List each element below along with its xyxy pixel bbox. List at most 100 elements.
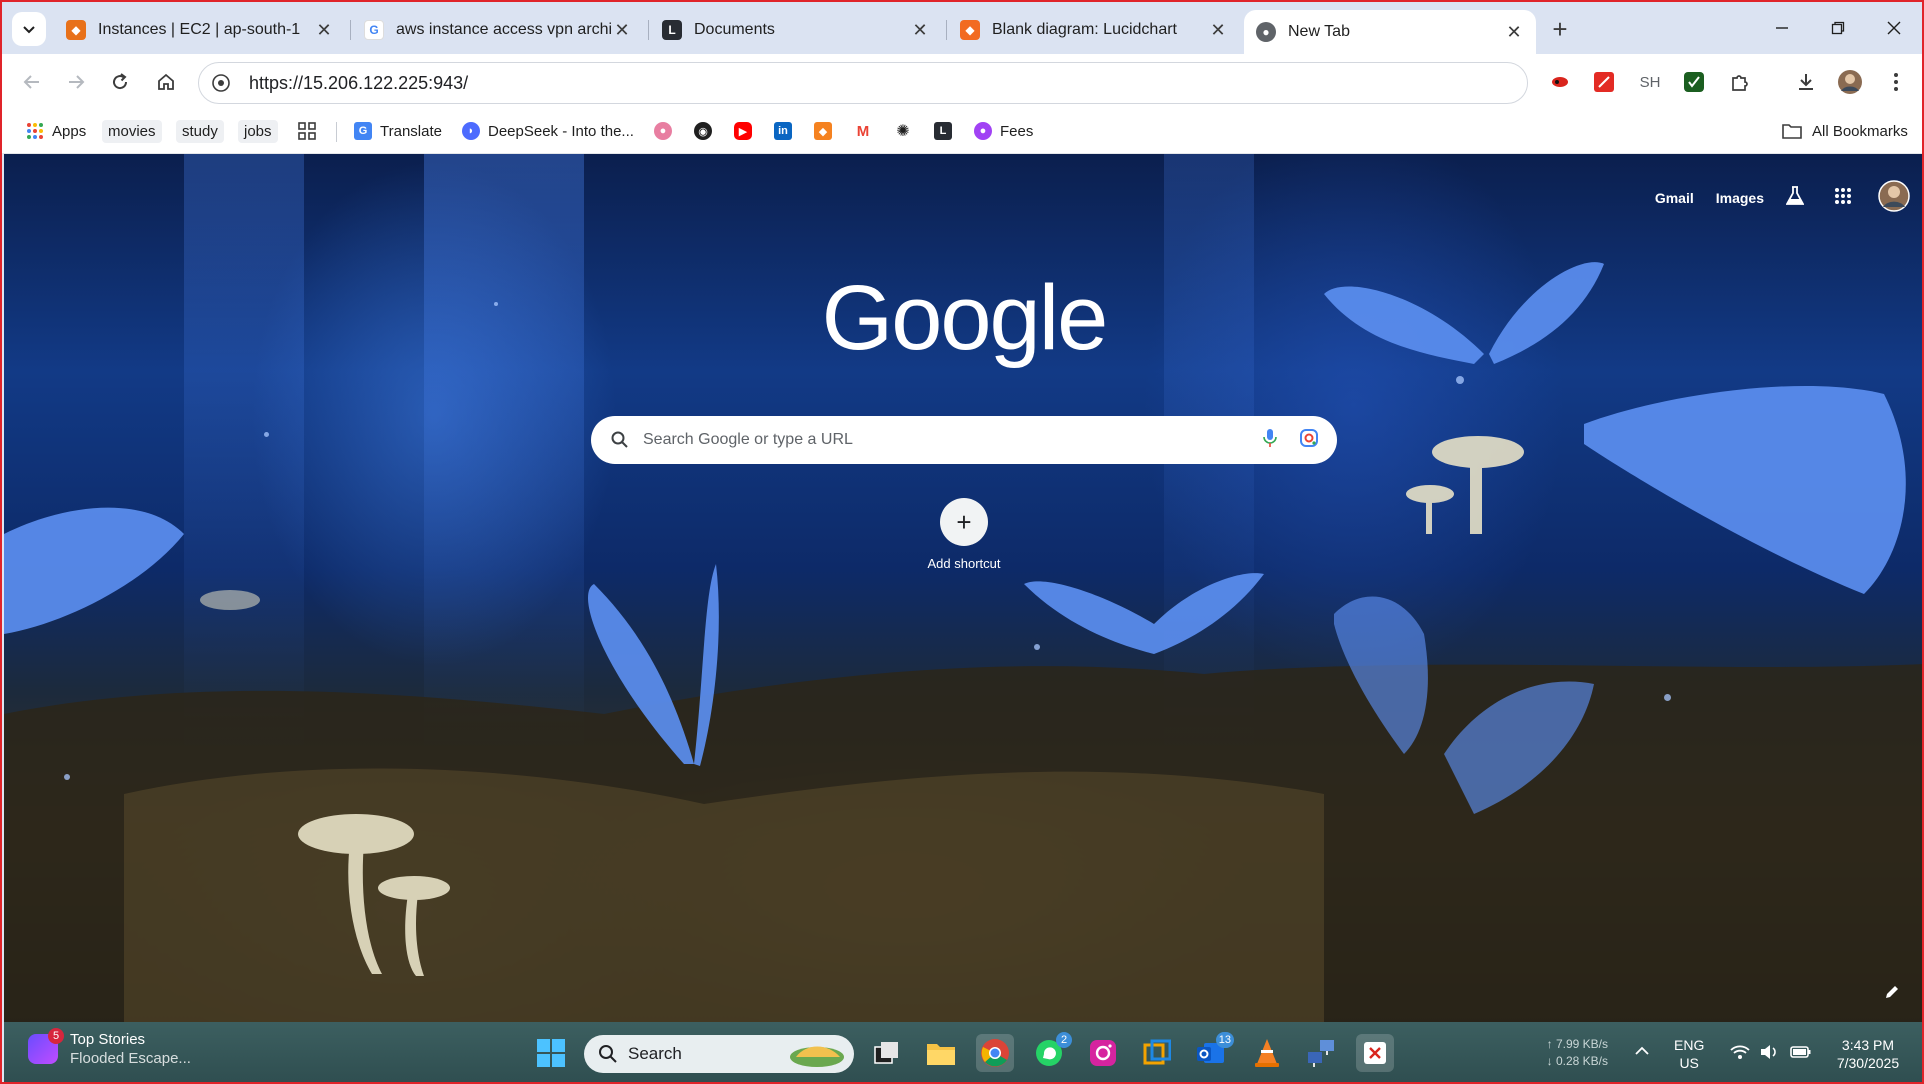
language-indicator[interactable]: ENG US <box>1674 1036 1704 1072</box>
task-view-icon[interactable] <box>868 1034 906 1072</box>
extensions-puzzle-icon[interactable] <box>1726 68 1754 96</box>
gmail-icon[interactable]: M <box>854 118 872 144</box>
instagram-icon[interactable] <box>1084 1034 1122 1072</box>
extension-green-icon[interactable] <box>1680 68 1708 96</box>
home-button[interactable] <box>150 66 182 98</box>
lucid-icon[interactable]: L <box>934 118 952 144</box>
search-icon <box>599 1045 617 1063</box>
extension-pdf-icon[interactable] <box>1590 68 1618 96</box>
tab-documents[interactable]: L Documents ✕ <box>650 10 942 50</box>
bookmark-deepseek[interactable]: ◗ DeepSeek - Into the... <box>462 118 634 144</box>
tab-divider <box>350 20 351 40</box>
tab-ec2-instances[interactable]: ◆ Instances | EC2 | ap-south-1 ✕ <box>54 10 346 50</box>
news-title: Top Stories <box>70 1031 146 1048</box>
account-avatar[interactable] <box>1878 179 1910 217</box>
app-orange-icon[interactable] <box>1138 1034 1176 1072</box>
reload-button[interactable] <box>104 66 136 98</box>
file-explorer-icon[interactable] <box>922 1034 960 1072</box>
restore-button[interactable] <box>1810 10 1866 46</box>
tab-google-search[interactable]: G aws instance access vpn archite ✕ <box>352 10 644 50</box>
whatsapp-icon[interactable]: 2 <box>1030 1032 1072 1072</box>
lens-search-icon[interactable] <box>1299 428 1319 453</box>
extension-sh[interactable]: SH <box>1636 68 1664 96</box>
clock[interactable]: 3:43 PM 7/30/2025 <box>1826 1036 1910 1072</box>
chatgpt-icon[interactable]: ✺ <box>894 118 912 144</box>
customize-pencil-icon[interactable] <box>1878 978 1906 1006</box>
battery-icon[interactable] <box>1790 1044 1812 1064</box>
language-code: ENG <box>1674 1037 1705 1053</box>
close-icon[interactable]: ✕ <box>314 20 334 41</box>
network-speed: ↑ 7.99 KB/s ↓ 0.28 KB/s <box>1528 1036 1608 1070</box>
add-shortcut-tile[interactable]: + Add shortcut <box>922 498 1006 571</box>
volume-icon[interactable] <box>1760 1044 1780 1064</box>
google-apps-icon[interactable] <box>1834 187 1852 210</box>
labs-flask-icon[interactable] <box>1785 185 1805 211</box>
bookmark-label: Apps <box>52 122 87 140</box>
bookmark-pink-icon[interactable]: ● <box>654 118 672 144</box>
tab-new-tab[interactable]: ● New Tab ✕ <box>1244 10 1536 54</box>
translate-icon: G <box>354 122 372 140</box>
tab-search-button[interactable] <box>12 12 46 46</box>
bookmark-label: jobs <box>238 119 278 143</box>
all-bookmarks-button[interactable]: All Bookmarks <box>1782 118 1908 144</box>
close-icon[interactable]: ✕ <box>1504 22 1524 43</box>
tab-title: Blank diagram: Lucidchart <box>992 21 1177 38</box>
restore-icon <box>1831 21 1845 35</box>
gmail-link[interactable]: Gmail <box>1655 190 1694 206</box>
tab-lucidchart[interactable]: ◆ Blank diagram: Lucidchart ✕ <box>948 10 1240 50</box>
chevron-up-icon[interactable] <box>1634 1042 1650 1060</box>
clock-date: 7/30/2025 <box>1836 1055 1900 1071</box>
download-icon[interactable] <box>1792 68 1820 96</box>
close-window-button[interactable] <box>1866 10 1922 46</box>
network-download-speed: ↓ 0.28 KB/s <box>1546 1054 1608 1068</box>
vlc-icon[interactable] <box>1248 1034 1286 1072</box>
bookmark-apps[interactable]: Apps <box>26 118 86 144</box>
close-icon[interactable]: ✕ <box>1208 20 1228 41</box>
wifi-icon[interactable] <box>1730 1044 1750 1064</box>
tab-groups-icon[interactable] <box>298 118 316 144</box>
browser-toolbar: https://15.206.122.225:943/ SH <box>2 54 1922 108</box>
voice-search-icon[interactable] <box>1263 428 1277 453</box>
taskbar-search[interactable]: Search <box>584 1035 854 1073</box>
menu-dots-icon[interactable] <box>1882 68 1910 96</box>
images-link[interactable]: Images <box>1716 190 1764 206</box>
search-placeholder[interactable]: Search Google or type a URL <box>643 431 1263 449</box>
minimize-icon <box>1776 27 1788 29</box>
bokeh-particle <box>1664 694 1671 701</box>
bookmark-translate[interactable]: G Translate <box>354 118 442 144</box>
box-icon[interactable]: ◆ <box>814 118 832 144</box>
snipping-tool-icon[interactable] <box>1356 1034 1394 1072</box>
bokeh-particle <box>1456 376 1464 384</box>
tab-title: Instances | EC2 | ap-south-1 <box>98 21 301 38</box>
bookmark-fees[interactable]: ● Fees <box>974 118 1033 144</box>
forward-button[interactable] <box>60 66 92 98</box>
windows-start-icon[interactable] <box>532 1034 570 1072</box>
bookmark-folder-study[interactable]: study <box>176 118 224 144</box>
reload-icon <box>113 73 128 90</box>
bookmark-folder-jobs[interactable]: jobs <box>238 118 278 144</box>
bookmark-label: study <box>176 119 224 143</box>
close-icon[interactable]: ✕ <box>612 20 632 41</box>
new-tab-button[interactable]: + <box>1544 14 1576 46</box>
address-bar[interactable]: https://15.206.122.225:943/ <box>198 62 1528 104</box>
outlook-icon[interactable]: 13 <box>1192 1032 1234 1072</box>
plus-icon[interactable]: + <box>940 498 988 546</box>
network-app-icon[interactable] <box>1302 1034 1340 1072</box>
youtube-icon[interactable]: ▶ <box>734 118 752 144</box>
fees-icon: ● <box>974 122 992 140</box>
extension-red-icon[interactable] <box>1546 68 1574 96</box>
site-info-icon[interactable] <box>211 73 231 93</box>
chrome-taskbar-icon[interactable] <box>976 1034 1014 1072</box>
linkedin-icon[interactable]: in <box>774 118 792 144</box>
close-icon[interactable]: ✕ <box>910 20 930 41</box>
browser-window: ◆ Instances | EC2 | ap-south-1 ✕ G aws i… <box>0 0 1924 1084</box>
url-text[interactable]: https://15.206.122.225:943/ <box>249 73 468 94</box>
search-icon <box>611 431 628 448</box>
ntp-search-box[interactable]: Search Google or type a URL <box>591 416 1337 464</box>
github-icon[interactable]: ◉ <box>694 118 712 144</box>
profile-avatar[interactable] <box>1836 68 1864 96</box>
bookmark-folder-movies[interactable]: movies <box>102 118 162 144</box>
minimize-button[interactable] <box>1754 10 1810 46</box>
back-button[interactable] <box>16 66 48 98</box>
news-widget[interactable]: 5 Top Stories Flooded Escape... <box>28 1028 191 1068</box>
